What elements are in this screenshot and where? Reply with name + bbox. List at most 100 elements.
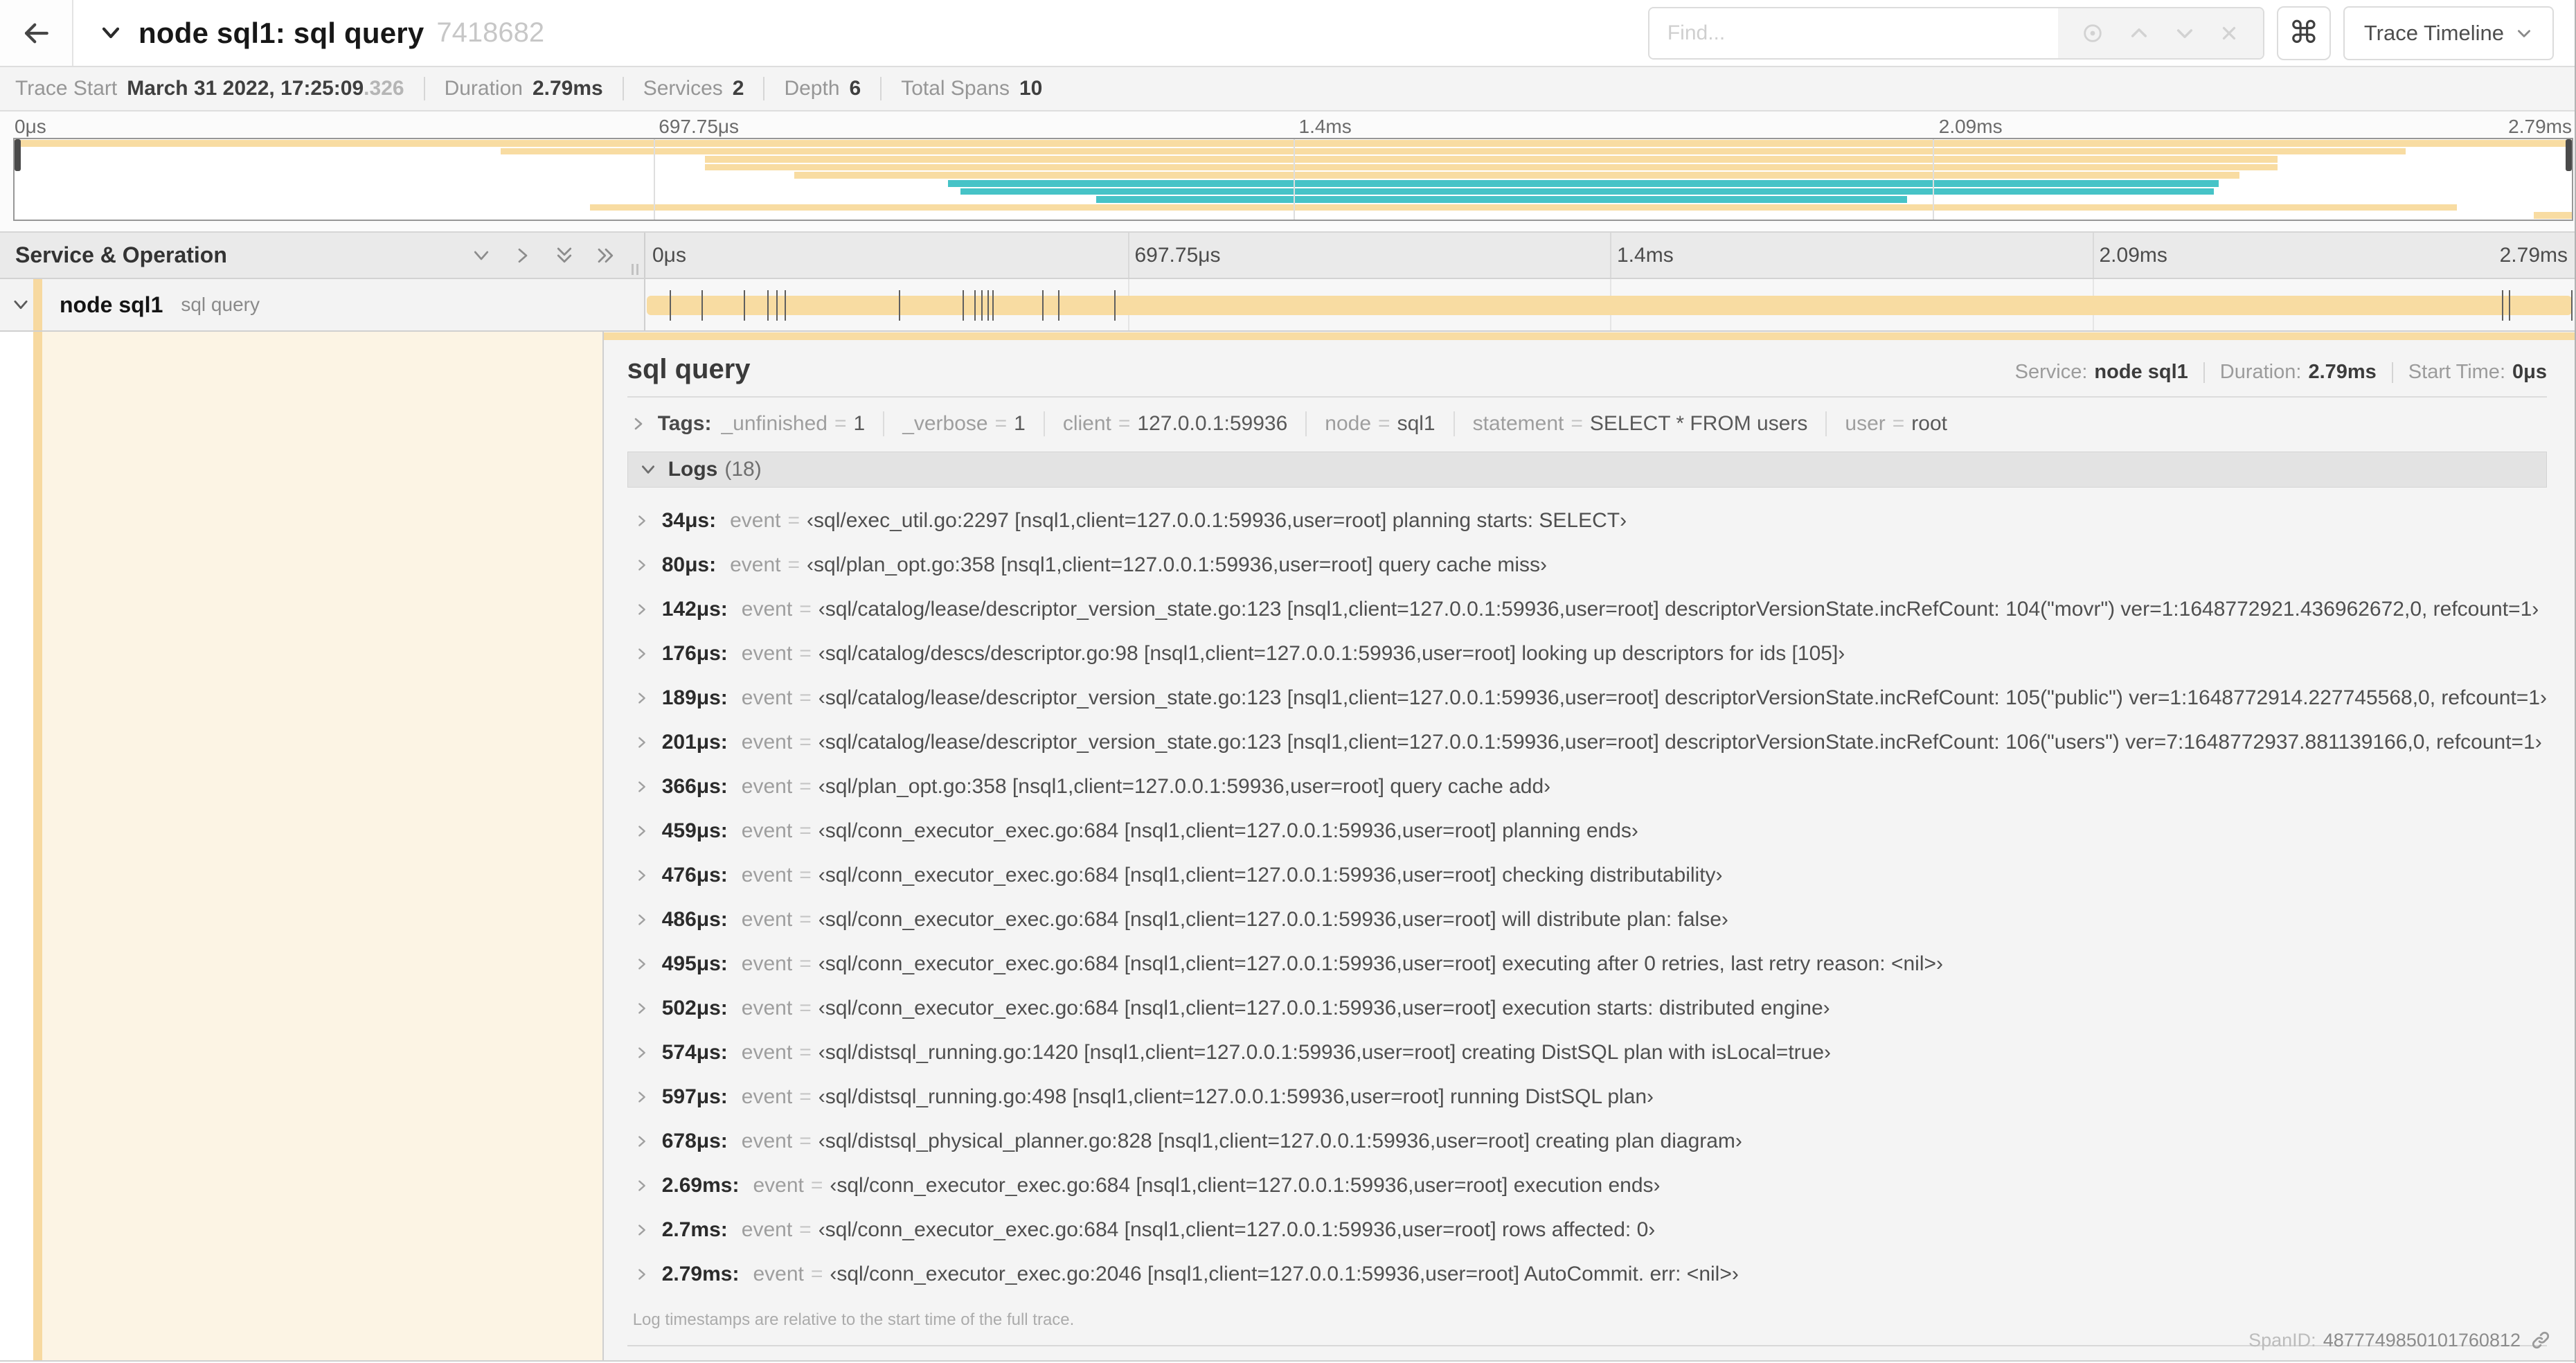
column-resize-grip[interactable] bbox=[632, 264, 638, 275]
find-box bbox=[1647, 6, 2264, 60]
logs-accordion: Logs (18) 34μs: event = ‹sql/exec_util.go:2… bbox=[627, 452, 2547, 1346]
logs-header[interactable]: Logs (18) bbox=[627, 452, 2547, 488]
log-tick-mark bbox=[2502, 290, 2504, 321]
log-field-key: event bbox=[741, 731, 793, 754]
log-field-key: event bbox=[741, 819, 793, 842]
services-value: 2 bbox=[732, 77, 744, 100]
equals-sign: = bbox=[787, 553, 800, 576]
log-timestamp: 366μs: bbox=[661, 775, 728, 798]
log-row[interactable]: 201μs: event = ‹sql/catalog/lease/descripto… bbox=[630, 720, 2547, 765]
minimap-canvas[interactable] bbox=[13, 138, 2573, 221]
log-field-value: ‹sql/conn_executor_exec.go:684 [nsql1,cl… bbox=[818, 997, 1830, 1019]
start-time-label: Start Time: bbox=[2408, 361, 2505, 383]
logs-title: Logs bbox=[668, 458, 718, 481]
log-row[interactable]: 34μs: event = ‹sql/exec_util.go:2297 [nsql1… bbox=[630, 499, 2547, 543]
minimap-tick: 1.4ms bbox=[1298, 116, 1352, 137]
chevron-right-icon bbox=[634, 558, 650, 573]
keyboard-shortcuts-button[interactable]: ⌘ bbox=[2276, 6, 2331, 60]
log-row[interactable]: 2.69ms: event = ‹sql/conn_executor_exec.go:… bbox=[630, 1164, 2547, 1208]
clear-icon[interactable] bbox=[2219, 23, 2239, 44]
minimap-left-scrubber[interactable] bbox=[15, 139, 21, 171]
chevron-right-icon bbox=[634, 646, 650, 661]
tags-list: _unfinished = 1 _verbose = 1 client = 127.0.0.1:… bbox=[722, 411, 1947, 436]
separator bbox=[1043, 411, 1045, 436]
equals-sign: = bbox=[799, 997, 812, 1019]
services-label: Services bbox=[643, 77, 723, 100]
log-tick-mark bbox=[987, 290, 990, 321]
separator bbox=[423, 77, 425, 100]
tag-item[interactable]: _verbose = 1 bbox=[902, 412, 1026, 436]
log-field-key: event bbox=[730, 509, 781, 532]
collapse-all-icon[interactable] bbox=[554, 245, 575, 266]
log-field-key: event bbox=[741, 864, 793, 887]
trace-view-selector[interactable]: Trace Timeline bbox=[2343, 6, 2554, 60]
span-id-value: 4877749850101760812 bbox=[2323, 1329, 2521, 1351]
tag-item[interactable]: _unfinished = 1 bbox=[722, 412, 866, 436]
span-color-accent bbox=[33, 332, 42, 1360]
tag-item[interactable]: client = 127.0.0.1:59936 bbox=[1063, 412, 1287, 436]
log-timestamp: 574μs: bbox=[661, 1041, 728, 1064]
minimap-tick: 697.75μs bbox=[659, 116, 740, 137]
log-row[interactable]: 2.7ms: event = ‹sql/conn_executor_exec.go:6… bbox=[630, 1208, 2547, 1252]
chevron-right-icon bbox=[634, 1089, 650, 1105]
log-row[interactable]: 189μs: event = ‹sql/catalog/lease/descripto… bbox=[630, 676, 2547, 720]
log-row[interactable]: 486μs: event = ‹sql/conn_executor_exec.go:6… bbox=[630, 898, 2547, 942]
trace-collapse-chevron[interactable] bbox=[97, 23, 125, 44]
service-operation-title: Service & Operation bbox=[15, 242, 227, 267]
log-row[interactable]: 502μs: event = ‹sql/conn_executor_exec.go:6… bbox=[630, 986, 2547, 1031]
log-field-value: ‹sql/conn_executor_exec.go:684 [nsql1,cl… bbox=[818, 864, 1723, 887]
timeline-tick: 697.75μs bbox=[1134, 244, 1221, 267]
log-row[interactable]: 459μs: event = ‹sql/conn_executor_exec.go:6… bbox=[630, 809, 2547, 853]
log-row[interactable]: 80μs: event = ‹sql/plan_opt.go:358 [nsql1,c… bbox=[630, 543, 2547, 587]
log-timestamp: 495μs: bbox=[661, 952, 728, 975]
tag-item[interactable]: user = root bbox=[1845, 412, 1947, 436]
chevron-right-icon bbox=[634, 1178, 650, 1193]
span-detail-strip-bar bbox=[603, 332, 2575, 340]
deep-link-icon[interactable] bbox=[2530, 1330, 2551, 1351]
trace-info-bar: Trace Start March 31 2022, 17:25:09 .326… bbox=[0, 66, 2575, 112]
chevron-right-icon bbox=[630, 416, 647, 432]
tags-row[interactable]: Tags: _unfinished = 1 _verbose = 1 client = 127.… bbox=[627, 406, 2547, 442]
log-row[interactable]: 597μs: event = ‹sql/distsql_running.go:498 … bbox=[630, 1075, 2547, 1119]
expand-one-icon[interactable] bbox=[512, 245, 533, 266]
chevron-right-icon bbox=[634, 735, 650, 750]
log-field-value: ‹sql/distsql_running.go:1420 [nsql1,clie… bbox=[818, 1041, 1831, 1064]
target-icon[interactable] bbox=[2081, 21, 2104, 45]
log-row[interactable]: 142μs: event = ‹sql/catalog/lease/descripto… bbox=[630, 587, 2547, 632]
equals-sign: = bbox=[799, 775, 812, 798]
tag-item[interactable]: node = sql1 bbox=[1325, 412, 1435, 436]
separator bbox=[1305, 411, 1307, 436]
gridline bbox=[1293, 139, 1295, 220]
log-row[interactable]: 678μs: event = ‹sql/distsql_physical_planne… bbox=[630, 1119, 2547, 1164]
collapse-one-icon[interactable] bbox=[471, 245, 492, 266]
expand-all-icon[interactable] bbox=[596, 245, 616, 266]
log-row[interactable]: 2.79ms: event = ‹sql/conn_executor_exec.go:… bbox=[630, 1252, 2547, 1297]
tag-key: node bbox=[1325, 412, 1372, 435]
log-timestamp: 2.69ms: bbox=[661, 1174, 740, 1197]
log-field-value: ‹sql/catalog/descs/descriptor.go:98 [nsq… bbox=[818, 642, 1845, 665]
chevron-down-icon[interactable] bbox=[2174, 22, 2196, 44]
log-field-value: ‹sql/conn_executor_exec.go:684 [nsql1,cl… bbox=[830, 1174, 1661, 1197]
log-row[interactable]: 476μs: event = ‹sql/conn_executor_exec.go:6… bbox=[630, 853, 2547, 898]
find-input[interactable] bbox=[1649, 8, 2058, 58]
minimap-right-scrubber[interactable] bbox=[2566, 139, 2572, 171]
log-field-key: event bbox=[741, 908, 793, 931]
log-row[interactable]: 366μs: event = ‹sql/plan_opt.go:358 [nsql1,… bbox=[630, 765, 2547, 809]
span-collapse-chevron[interactable] bbox=[11, 295, 30, 314]
log-field-key: event bbox=[741, 598, 793, 621]
log-row[interactable]: 574μs: event = ‹sql/distsql_running.go:1420… bbox=[630, 1031, 2547, 1075]
back-button[interactable] bbox=[0, 0, 73, 66]
start-time-value: 0μs bbox=[2512, 361, 2547, 383]
log-row[interactable]: 176μs: event = ‹sql/catalog/descs/descripto… bbox=[630, 632, 2547, 676]
tag-item[interactable]: statement = SELECT * FROM users bbox=[1473, 412, 1808, 436]
tag-key: statement bbox=[1472, 412, 1564, 435]
log-row[interactable]: 495μs: event = ‹sql/conn_executor_exec.go:6… bbox=[630, 942, 2547, 986]
span-operation-name: sql query bbox=[181, 294, 260, 315]
separator bbox=[2391, 362, 2393, 383]
equals-sign: = bbox=[1118, 412, 1131, 435]
log-timestamp: 189μs: bbox=[661, 686, 728, 709]
span-row-name-cell[interactable]: node sql1 sql query bbox=[0, 279, 645, 330]
chevron-up-icon[interactable] bbox=[2128, 22, 2150, 44]
log-timestamp: 34μs: bbox=[661, 509, 717, 532]
minimap-span-bar bbox=[1096, 196, 1907, 203]
